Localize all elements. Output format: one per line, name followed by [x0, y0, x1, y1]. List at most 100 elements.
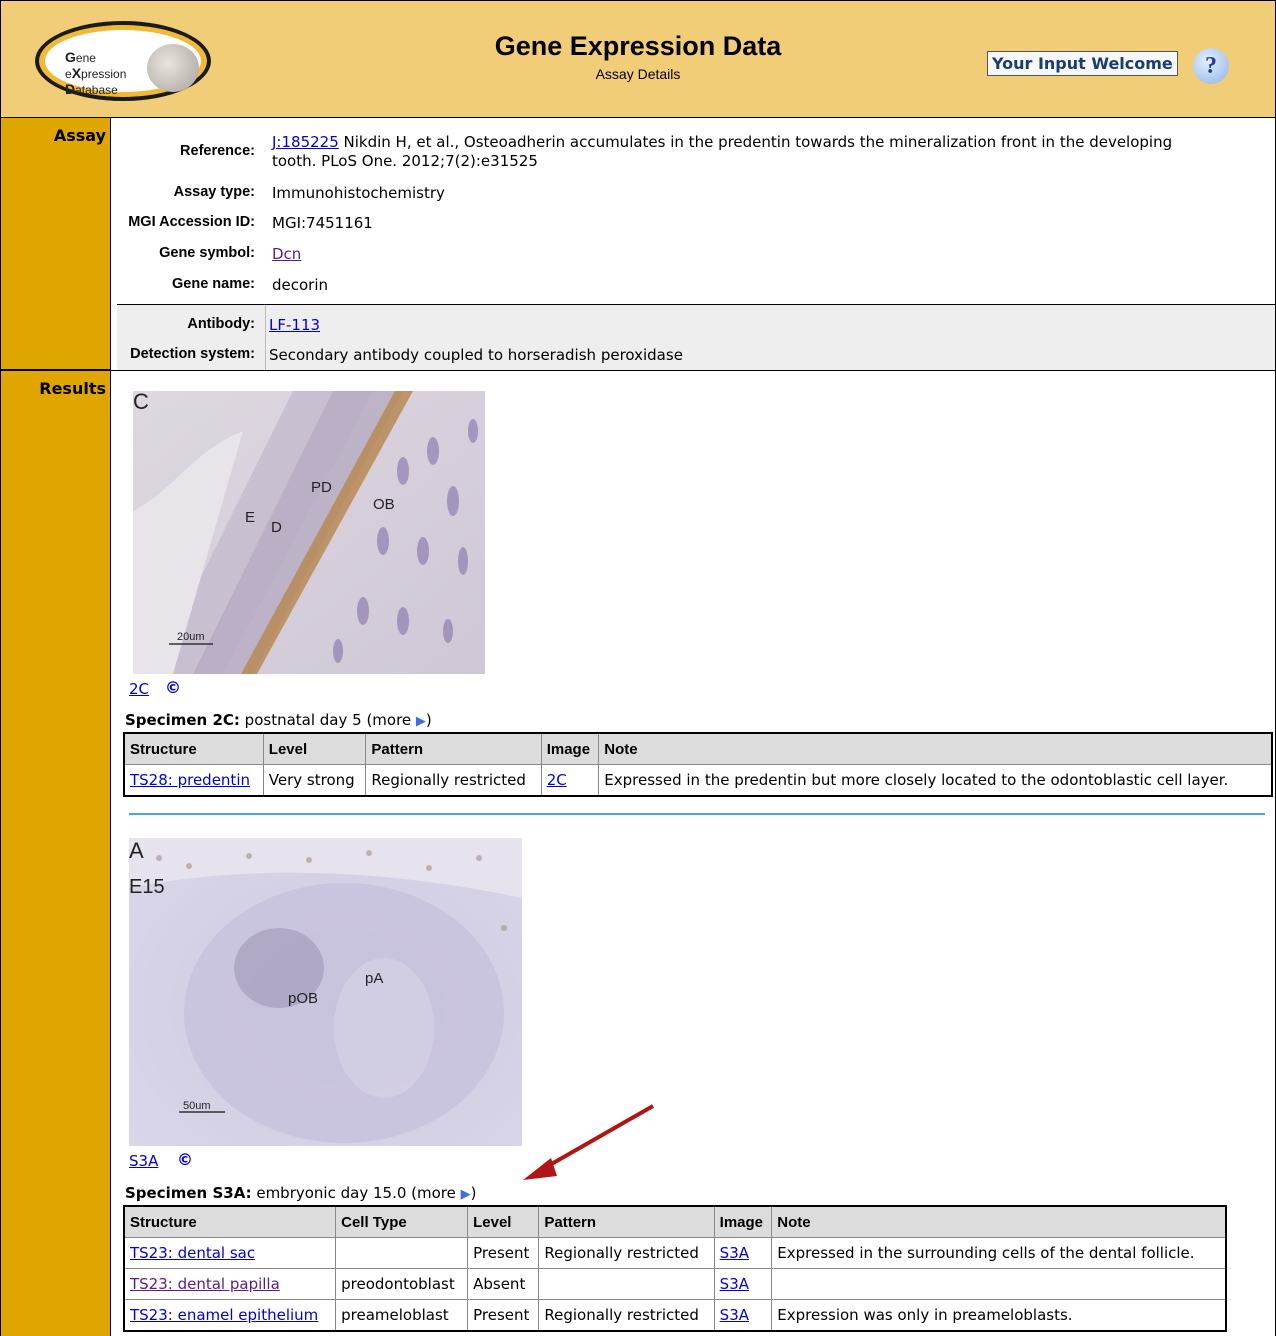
accession-value: MGI:7451161 [272, 214, 373, 232]
col-structure: Structure [123, 732, 264, 765]
assay-section-label-cell: Assay [1, 118, 111, 370]
col-pattern: Pattern [538, 1205, 715, 1238]
results-section-label-cell: Results [1, 371, 111, 1336]
reference-link[interactable]: J:185225 [272, 133, 339, 151]
papilla-region [334, 958, 434, 1098]
image-2c-link[interactable]: 2C [129, 680, 149, 698]
image-link[interactable]: S3A [720, 1306, 749, 1324]
note-cell: Expressed in the predentin but more clos… [598, 764, 1273, 797]
table-row: TS23: dental papilla preodontoblast Abse… [123, 1268, 1227, 1300]
assay-section-label: Assay [53, 126, 106, 145]
specimen-s3a-age: embryonic day 15.0 (more [251, 1184, 461, 1202]
specimen-separator [129, 813, 1265, 815]
label-ob: OB [373, 496, 395, 513]
annotation-arrow-icon [523, 1104, 654, 1180]
results-section-label: Results [39, 379, 106, 398]
antibody-label: Antibody: [187, 316, 255, 332]
logo-word-atabase: atabase [75, 83, 118, 97]
table-header-row: Structure Level Pattern Image Note [123, 732, 1273, 765]
specimen-2c-age: postnatal day 5 (more [239, 711, 416, 729]
col-pattern: Pattern [365, 732, 542, 765]
pattern-cell: Regionally restricted [365, 764, 542, 797]
image-link[interactable]: 2C [547, 771, 567, 789]
level-cell: Present [467, 1299, 540, 1332]
copyright-icon[interactable]: © [165, 678, 181, 697]
col-level: Level [262, 732, 367, 765]
reference-value: J:185225 Nikdin H, et al., Osteoadherin … [272, 133, 1172, 171]
col-note: Note [771, 1205, 1227, 1238]
help-icon[interactable]: ? [1193, 48, 1229, 84]
cell-type-cell: preameloblast [335, 1299, 469, 1332]
reference-label: Reference: [180, 143, 255, 159]
assay-type-value: Immunohistochemistry [272, 184, 445, 202]
reference-text-line1: Nikdin H, et al., Osteoadherin accumulat… [338, 133, 1173, 151]
gene-name-label: Gene name: [172, 276, 255, 292]
label-pa: pA [365, 970, 384, 987]
level-cell: Present [467, 1237, 540, 1269]
cell-type-cell: preodontoblast [335, 1268, 469, 1300]
logo-letter-d: D [65, 81, 76, 97]
panel-letter-a: A [129, 838, 144, 863]
detection-value: Secondary antibody coupled to horseradis… [269, 346, 683, 364]
table-row: TS23: enamel epithelium preameloblast Pr… [123, 1299, 1227, 1332]
level-cell: Absent [467, 1268, 540, 1300]
table-header-row: Structure Cell Type Level Pattern Image … [123, 1205, 1227, 1238]
scale-label: 50um [183, 1100, 211, 1112]
table-row: TS28: predentin Very strong Regionally r… [123, 764, 1273, 797]
structure-link[interactable]: TS23: dental sac [130, 1244, 255, 1262]
assay-type-label: Assay type: [173, 184, 255, 200]
pattern-cell: Regionally restricted [538, 1237, 715, 1269]
scale-label: 20um [177, 631, 205, 643]
page: Gene eXpression Database Gene Expression… [0, 0, 1276, 1336]
copyright-icon[interactable]: © [177, 1150, 193, 1169]
your-input-welcome-button[interactable]: Your Input Welcome [987, 51, 1178, 76]
antibody-separator [265, 305, 266, 370]
image-link[interactable]: S3A [720, 1275, 749, 1293]
table-row: TS23: dental sac Present Regionally rest… [123, 1237, 1227, 1269]
structure-link[interactable]: TS28: predentin [130, 771, 250, 789]
col-image: Image [540, 732, 600, 765]
level-cell: Very strong [262, 764, 367, 797]
page-header: Gene eXpression Database Gene Expression… [1, 0, 1275, 118]
specimen-s3a-heading: Specimen S3A: [125, 1184, 252, 1202]
gene-symbol-label: Gene symbol: [159, 245, 255, 261]
col-level: Level [467, 1205, 540, 1238]
label-pd: PD [311, 479, 332, 496]
pattern-cell [538, 1268, 715, 1300]
stage-label: E15 [129, 876, 165, 898]
note-cell: Expression was only in preameloblasts. [771, 1299, 1227, 1332]
arrow-shaft [540, 1104, 654, 1172]
specimen-s3a-image[interactable]: A E15 pOB pA 50um [129, 838, 522, 1146]
gene-name-value: decorin [272, 276, 329, 294]
image-s3a-link[interactable]: S3A [129, 1152, 158, 1170]
accession-label: MGI Accession ID: [128, 214, 255, 230]
cell-type-cell [335, 1237, 469, 1269]
image-link[interactable]: S3A [720, 1244, 749, 1262]
label-pob: pOB [288, 990, 319, 1007]
detection-label: Detection system: [130, 346, 255, 362]
reference-text-line2: tooth. PLoS One. 2012;7(2):e31525 [272, 152, 538, 170]
specimen-2c-heading: Specimen 2C: [125, 711, 240, 729]
col-image: Image [713, 1205, 773, 1238]
label-e: E [245, 509, 256, 526]
specimen-2c-image[interactable]: C E D PD OB 20um [133, 391, 485, 674]
pattern-cell: Regionally restricted [538, 1299, 715, 1332]
section-divider [1, 370, 1275, 371]
label-d: D [271, 519, 282, 536]
gene-symbol-link[interactable]: Dcn [272, 245, 301, 263]
specimen-s3a-title: Specimen S3A: embryonic day 15.0 (more ▶… [125, 1184, 476, 1202]
note-cell: Expressed in the surrounding cells of th… [771, 1237, 1227, 1269]
structure-link[interactable]: TS23: enamel epithelium [130, 1306, 318, 1324]
col-cell-type: Cell Type [335, 1205, 469, 1238]
col-note: Note [598, 732, 1273, 765]
antibody-link[interactable]: LF-113 [269, 316, 320, 334]
specimen-s3a-results-table: Structure Cell Type Level Pattern Image … [123, 1205, 1227, 1332]
more-arrow-icon[interactable]: ▶ [461, 1187, 471, 1202]
structure-link[interactable]: TS23: dental papilla [130, 1275, 280, 1293]
more-arrow-icon[interactable]: ▶ [416, 714, 426, 729]
col-structure: Structure [123, 1205, 337, 1238]
specimen-2c-title: Specimen 2C: postnatal day 5 (more ▶) [125, 711, 432, 729]
specimen-2c-results-table: Structure Level Pattern Image Note TS28:… [123, 732, 1273, 797]
specimen-2c-close-paren: ) [425, 711, 432, 729]
note-cell [771, 1268, 1227, 1300]
